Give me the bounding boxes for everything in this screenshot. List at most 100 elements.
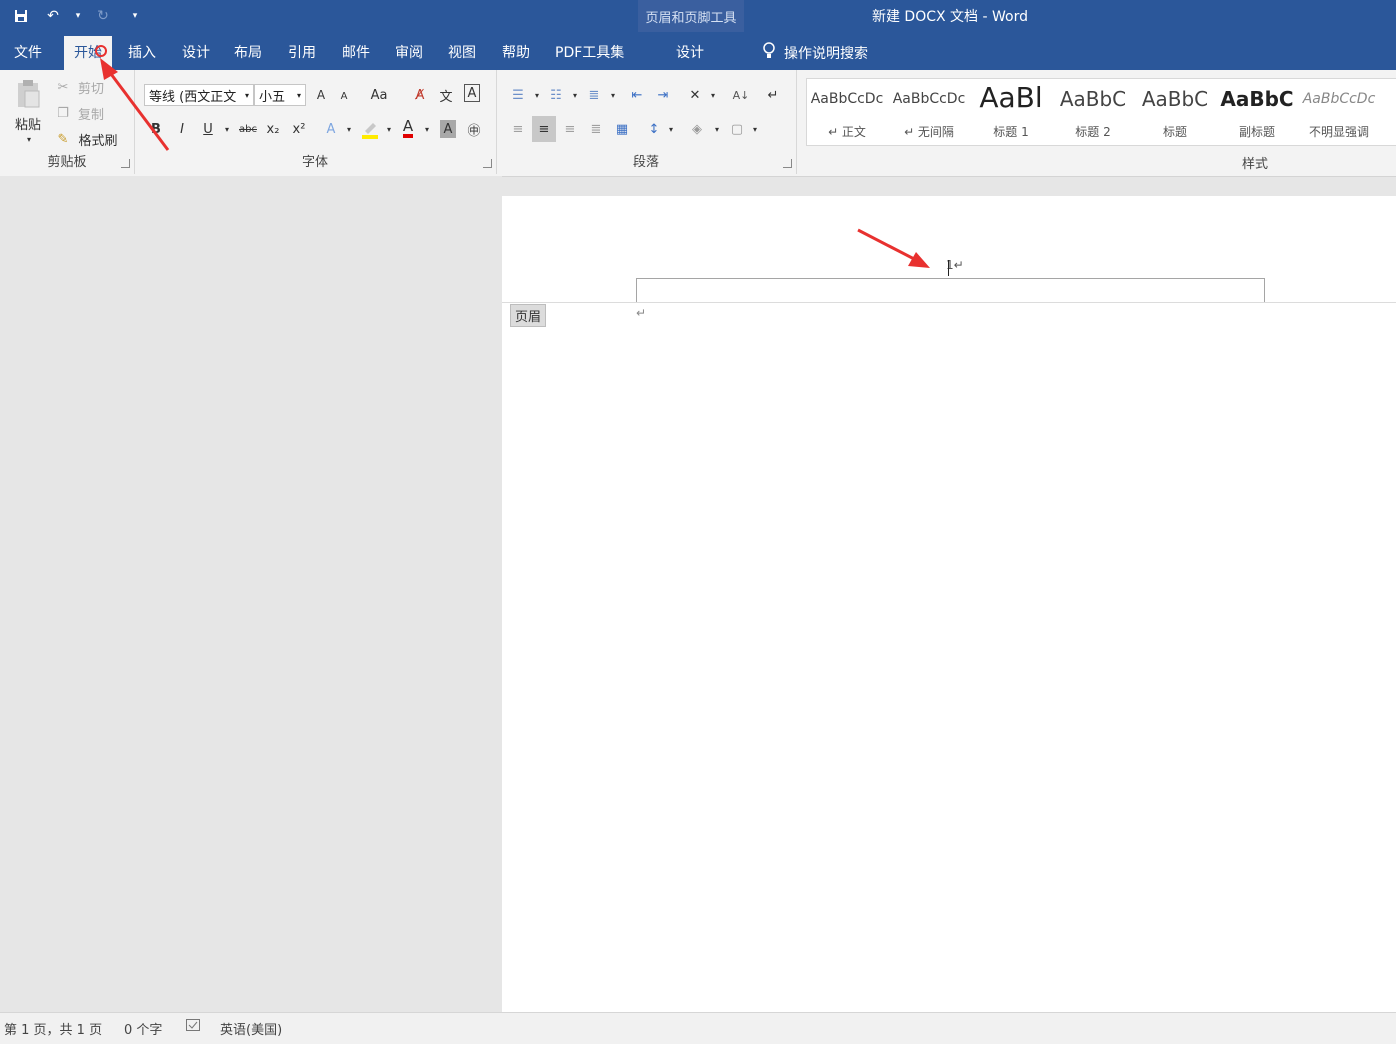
header-tag: 页眉 xyxy=(510,304,547,327)
highlight-icon[interactable] xyxy=(360,118,380,140)
word-count-status[interactable]: 0 个字 xyxy=(124,1019,162,1038)
enclose-character-icon[interactable]: ㊥ xyxy=(464,118,484,140)
undo-icon[interactable]: ↶ xyxy=(42,6,64,26)
highlight-dropdown-icon[interactable]: ▾ xyxy=(384,118,394,140)
asian-layout-dropdown-icon[interactable]: ▾ xyxy=(708,84,718,106)
chevron-down-icon: ▾ xyxy=(296,90,301,100)
paste-dropdown-icon[interactable]: ▾ xyxy=(24,134,34,144)
show-marks-icon[interactable]: ↵ xyxy=(762,84,784,106)
paragraph-launcher-icon[interactable] xyxy=(783,159,792,168)
proofing-icon[interactable] xyxy=(186,1019,200,1035)
text-effects-icon[interactable]: A xyxy=(322,118,340,140)
document-page[interactable]: 1↵ 页眉 ↵ xyxy=(502,196,1396,1012)
subscript-button[interactable]: x₂ xyxy=(264,118,282,140)
tab-pdf-tools[interactable]: PDF工具集 xyxy=(555,42,624,62)
style-sample: AaBl xyxy=(979,81,1043,114)
multilevel-dropdown-icon[interactable]: ▾ xyxy=(608,84,618,106)
tab-view[interactable]: 视图 xyxy=(448,42,476,62)
asian-layout-icon[interactable]: ✕ xyxy=(684,84,706,106)
shading-dropdown-icon[interactable]: ▾ xyxy=(712,118,722,140)
style-no-spacing[interactable]: AaBbCcDc ↵ 无间隔 xyxy=(889,79,969,145)
line-spacing-dropdown-icon[interactable]: ▾ xyxy=(666,118,676,140)
copy-icon: ❐ xyxy=(57,105,69,121)
distributed-icon[interactable]: ▦ xyxy=(612,118,632,140)
font-color-letter: A xyxy=(402,118,414,138)
phonetic-guide-icon[interactable]: 文 xyxy=(436,84,456,106)
font-launcher-icon[interactable] xyxy=(483,159,492,168)
style-normal[interactable]: AaBbCcDc ↵ 正文 xyxy=(807,79,887,145)
character-shading-icon[interactable]: A xyxy=(440,120,456,138)
tab-file[interactable]: 文件 xyxy=(14,42,42,62)
lightbulb-icon xyxy=(762,42,776,64)
style-sample: AaBbC xyxy=(1141,87,1209,111)
tab-header-footer-design[interactable]: 设计 xyxy=(676,42,704,62)
style-name: ↵ 无间隔 xyxy=(904,125,954,139)
line-spacing-icon[interactable]: ↕ xyxy=(644,118,664,140)
redo-icon[interactable]: ↻ xyxy=(92,6,114,26)
character-border-icon[interactable]: A xyxy=(464,84,480,102)
style-heading-1[interactable]: AaBl 标题 1 xyxy=(971,79,1051,145)
bullets-dropdown-icon[interactable]: ▾ xyxy=(532,84,542,106)
tab-design[interactable]: 设计 xyxy=(182,42,210,62)
page-count-status[interactable]: 第 1 页，共 1 页 xyxy=(4,1019,102,1038)
multilevel-list-icon[interactable]: ≣ xyxy=(584,84,604,106)
tell-me-search[interactable]: 操作说明搜索 xyxy=(762,42,868,64)
style-heading-2[interactable]: AaBbC 标题 2 xyxy=(1053,79,1133,145)
shading-icon[interactable]: ◈ xyxy=(686,118,708,140)
increase-indent-icon[interactable]: ⇥ xyxy=(652,84,674,106)
align-left-icon[interactable]: ≡ xyxy=(508,118,528,140)
font-color-icon[interactable]: A xyxy=(398,116,418,140)
style-sample: AaBbCcDc xyxy=(892,91,966,107)
numbering-icon[interactable]: ☷ xyxy=(546,84,566,106)
style-subtitle[interactable]: AaBbC 副标题 xyxy=(1217,79,1297,145)
paste-icon[interactable] xyxy=(10,78,46,110)
numbering-dropdown-icon[interactable]: ▾ xyxy=(570,84,580,106)
borders-icon[interactable]: ▢ xyxy=(726,118,748,140)
grow-font-icon[interactable]: A xyxy=(312,84,330,106)
cut-button[interactable]: 剪切 xyxy=(76,78,106,97)
borders-dropdown-icon[interactable]: ▾ xyxy=(750,118,760,140)
format-painter-icon: ✎ xyxy=(57,131,69,147)
font-size-combo[interactable]: 小五 ▾ xyxy=(254,84,306,106)
tab-help[interactable]: 帮助 xyxy=(502,42,530,62)
tab-layout[interactable]: 布局 xyxy=(234,42,262,62)
underline-button[interactable]: U xyxy=(200,118,216,140)
clear-formatting-icon[interactable]: A̸ xyxy=(410,84,430,106)
clipboard-launcher-icon[interactable] xyxy=(121,159,130,168)
style-subtle-emphasis[interactable]: AaBbCcDc 不明显强调 xyxy=(1299,79,1379,145)
language-status[interactable]: 英语(美国) xyxy=(220,1019,282,1038)
shrink-font-icon[interactable]: A xyxy=(336,86,352,106)
customize-qat-icon[interactable]: ▾ xyxy=(124,6,146,26)
font-name-combo[interactable]: 等线 (西文正文 ▾ xyxy=(144,84,254,106)
format-painter-button[interactable]: 格式刷 xyxy=(76,130,120,149)
undo-dropdown-icon[interactable]: ▾ xyxy=(74,6,82,26)
style-name: 标题 xyxy=(1162,125,1187,139)
sort-icon[interactable]: A↓ xyxy=(730,84,752,106)
superscript-button[interactable]: x² xyxy=(290,118,308,140)
style-name: 副标题 xyxy=(1238,125,1275,139)
italic-button[interactable]: I xyxy=(174,118,190,140)
text-effects-dropdown-icon[interactable]: ▾ xyxy=(344,118,354,140)
font-color-dropdown-icon[interactable]: ▾ xyxy=(422,118,432,140)
tab-review[interactable]: 审阅 xyxy=(395,42,423,62)
tab-mailings[interactable]: 邮件 xyxy=(342,42,370,62)
style-title[interactable]: AaBbC 标题 xyxy=(1135,79,1215,145)
bold-button[interactable]: B xyxy=(148,118,164,140)
decrease-indent-icon[interactable]: ⇤ xyxy=(626,84,648,106)
justify-icon[interactable]: ≣ xyxy=(586,118,606,140)
underline-dropdown-icon[interactable]: ▾ xyxy=(222,118,232,140)
tab-insert[interactable]: 插入 xyxy=(128,42,156,62)
bullets-icon[interactable]: ☰ xyxy=(508,84,528,106)
contextual-title: 页眉和页脚工具 xyxy=(645,11,737,26)
tab-home[interactable]: 开始 xyxy=(64,36,112,70)
strikethrough-button[interactable]: abc xyxy=(236,118,260,140)
change-case-button[interactable]: Aa xyxy=(366,84,392,106)
font-group: 等线 (西文正文 ▾ 小五 ▾ A A Aa A̸ 文 A B I U ▾ ab… xyxy=(134,70,497,174)
save-icon[interactable] xyxy=(10,6,32,26)
paste-button[interactable]: 粘贴 xyxy=(10,114,46,133)
copy-button[interactable]: 复制 xyxy=(76,104,106,123)
align-right-icon[interactable]: ≡ xyxy=(560,118,580,140)
style-name: 标题 1 xyxy=(993,125,1029,139)
tab-references[interactable]: 引用 xyxy=(288,42,316,62)
align-center-icon[interactable]: ≡ xyxy=(532,116,556,142)
